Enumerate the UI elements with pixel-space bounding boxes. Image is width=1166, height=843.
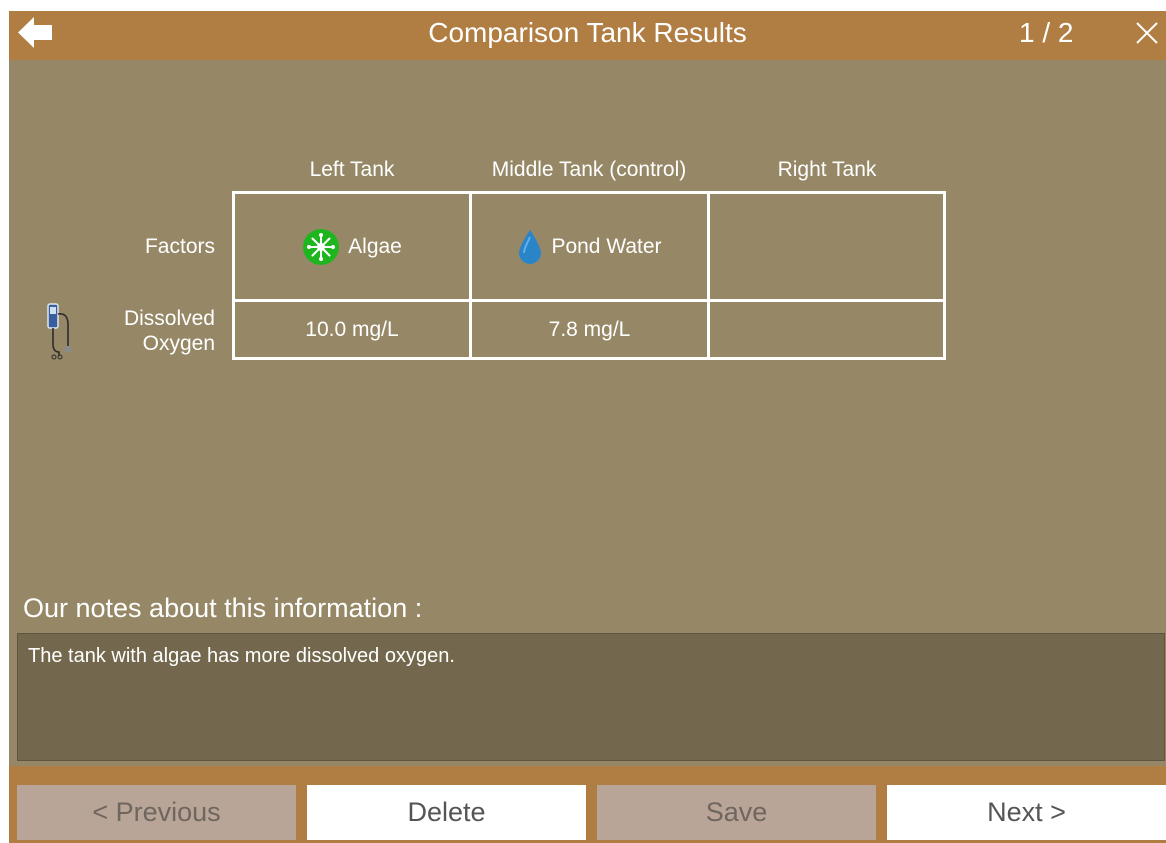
close-x-icon[interactable]: [1133, 19, 1161, 47]
factor-cell-left: Algae: [235, 194, 469, 299]
factor-text-left: Algae: [348, 234, 402, 258]
factor-text-middle: Pond Water: [551, 234, 662, 258]
table-border-right: [943, 191, 946, 360]
page-title: Comparison Tank Results: [428, 17, 747, 48]
table-border-bottom: [232, 357, 946, 360]
column-header-middle-tank: Middle Tank (control): [491, 158, 687, 181]
row-label-line1: Dissolved: [123, 307, 215, 330]
oxygen-meter-icon: [47, 303, 71, 360]
factor-cell-right: [710, 194, 943, 299]
title-bar: Comparison Tank Results 1 / 2: [9, 11, 1166, 54]
column-header-left-tank: Left Tank: [309, 158, 395, 181]
algae-icon: [303, 228, 340, 265]
factor-cell-middle: Pond Water: [472, 194, 707, 299]
oxygen-cell-left: 10.0 mg/L: [305, 317, 399, 341]
water-drop-icon: [519, 229, 542, 264]
row-label-line2: Oxygen: [142, 332, 215, 355]
row-label-factors: Factors: [144, 235, 215, 258]
row-label-dissolved-oxygen: Dissolved Oxygen: [124, 306, 215, 356]
results-panel: Left Tank Middle Tank (control) Right Ta…: [9, 60, 1166, 766]
notes-textarea[interactable]: The tank with algae has more dissolved o…: [17, 633, 1165, 761]
previous-button[interactable]: < Previous: [17, 785, 296, 840]
next-button[interactable]: Next >: [887, 785, 1166, 840]
save-button[interactable]: Save: [597, 785, 876, 840]
notes-heading: Our notes about this information :: [23, 593, 423, 623]
column-header-right-tank: Right Tank: [777, 158, 877, 181]
delete-button[interactable]: Delete: [307, 785, 586, 840]
oxygen-cell-right: [710, 302, 943, 357]
page-indicator: 1 / 2: [1019, 17, 1074, 48]
oxygen-cell-middle: 7.8 mg/L: [548, 317, 631, 341]
back-arrow-icon[interactable]: [17, 16, 53, 49]
